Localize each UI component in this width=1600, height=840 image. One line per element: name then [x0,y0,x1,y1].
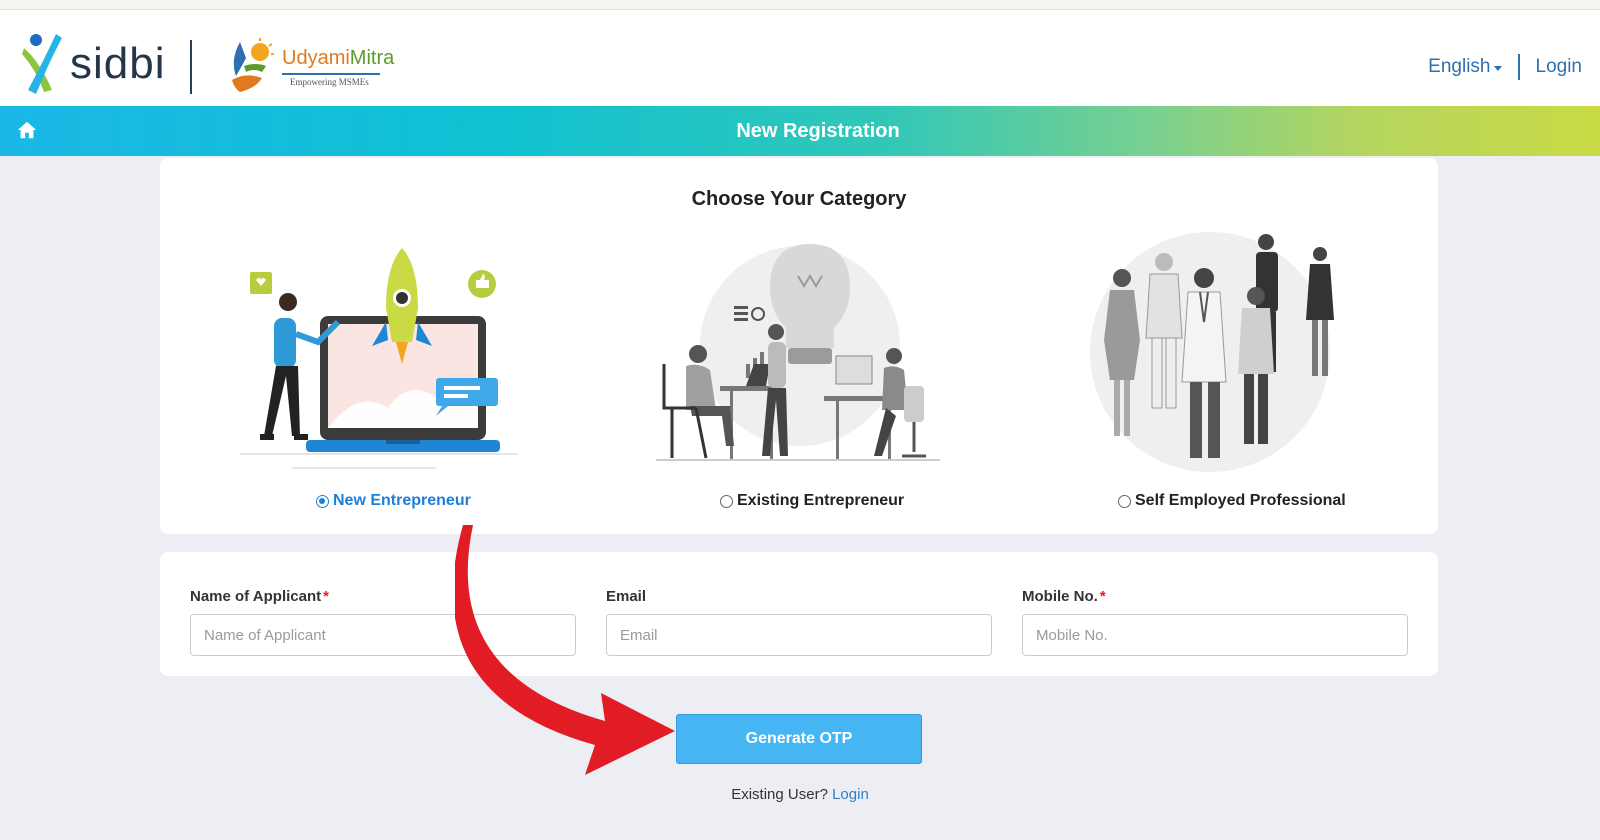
name-of-applicant-input[interactable] [190,614,576,656]
new-entrepreneur-illustration[interactable] [236,238,522,478]
radio-self-employed-professional[interactable]: Self Employed Professional [1118,492,1346,510]
radio-button-selected[interactable] [316,494,329,508]
udyamimitra-underline [282,73,380,75]
language-label: English [1428,56,1491,77]
site-header: sidbi UdyamiMitra Empowering MSMEs Engli… [0,10,1600,106]
chevron-down-icon [1493,65,1502,71]
header-actions: English Login [1428,54,1582,80]
sidbi-wordmark: sidbi [70,39,166,88]
sidbi-logo-mark-icon [22,34,62,94]
mobile-field-group: Mobile No. * [1022,588,1408,656]
email-field-label: Email [606,588,647,605]
radio-label-existing-entrepreneur: Existing Entrepreneur [737,492,905,509]
page-banner: New Registration [0,106,1600,156]
category-title: Choose Your Category [691,188,907,210]
radio-new-entrepreneur[interactable]: New Entrepreneur [316,492,471,510]
name-field-group: Name of Applicant * [190,588,576,656]
existing-user-login-link[interactable]: Login [832,786,869,803]
generate-otp-button[interactable]: Generate OTP [676,714,922,764]
logo-divider [190,40,192,94]
header-separator [1517,54,1520,80]
name-field-label: Name of Applicant * [190,588,329,605]
category-card: Choose Your Category New Entrepreneur Ex… [160,158,1438,534]
header-login-link[interactable]: Login [1536,56,1583,78]
self-employed-professional-illustration[interactable] [1080,232,1350,482]
language-selector[interactable]: English [1428,56,1502,78]
email-input[interactable] [606,614,992,656]
page-title: New Registration [736,120,900,142]
udyamimitra-logo[interactable]: UdyamiMitra Empowering MSMEs [226,36,394,98]
mobile-number-input[interactable] [1022,614,1408,656]
required-mark: * [323,588,329,605]
required-mark: * [1099,588,1106,605]
applicant-form-card: Name of Applicant* Email Mobile No.* [160,552,1438,676]
radio-button[interactable] [1118,494,1131,508]
radio-button[interactable] [720,494,733,508]
udyamimitra-tagline: Empowering MSMEs [290,77,369,87]
udyamimitra-emblem-icon [232,38,274,92]
radio-label-new-entrepreneur: New Entrepreneur [333,492,471,509]
radio-label-self-employed-professional: Self Employed Professional [1135,492,1346,509]
udyamimitra-wordmark: UdyamiMitra [282,47,395,69]
radio-existing-entrepreneur[interactable]: Existing Entrepreneur [720,492,904,510]
existing-user-prompt: Existing User? Login [0,786,1600,803]
existing-entrepreneur-illustration[interactable] [650,236,942,480]
mobile-field-label: Mobile No. * [1022,588,1106,605]
browser-top-strip [0,0,1600,10]
email-field-group: Email [606,588,992,656]
sidbi-logo[interactable]: sidbi [22,32,166,96]
existing-user-text: Existing User? [731,786,828,803]
